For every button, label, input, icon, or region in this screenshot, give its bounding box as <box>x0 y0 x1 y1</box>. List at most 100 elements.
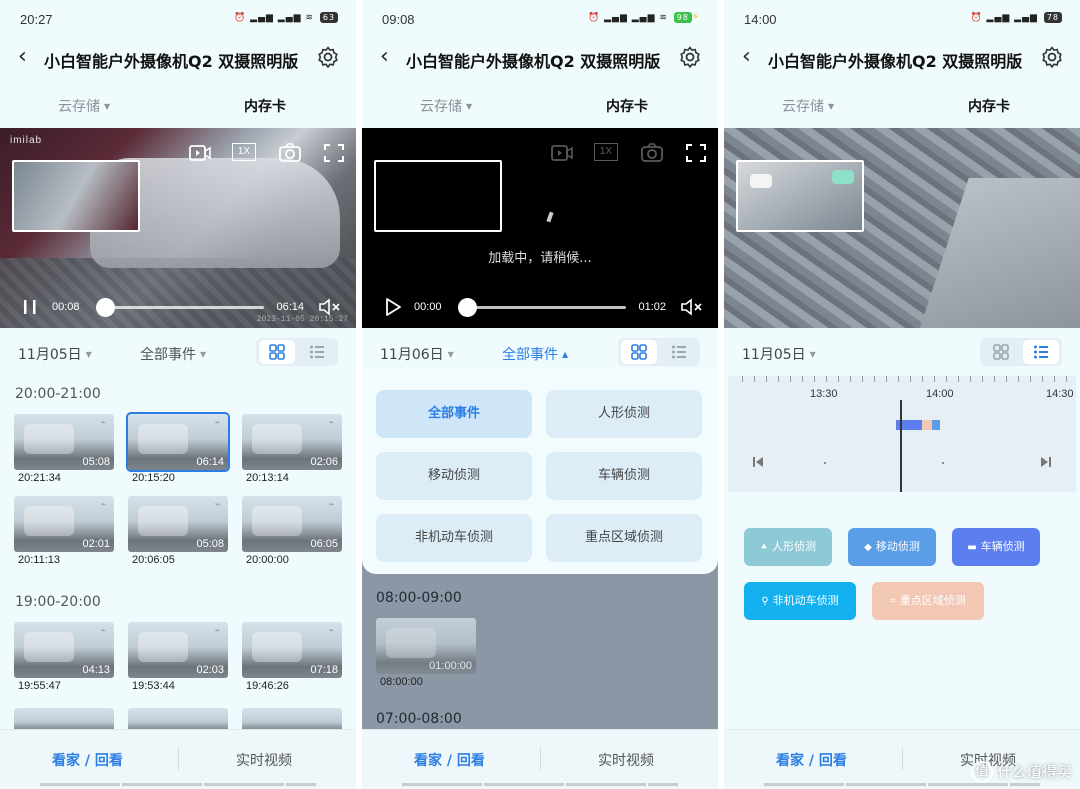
back-icon[interactable]: ‹ <box>742 44 751 70</box>
clip-thumbnail[interactable]: ⌁ 02:06 <box>242 414 342 470</box>
nav-home-playback[interactable]: 看家 / 回看 <box>776 750 847 770</box>
skip-previous-icon[interactable] <box>752 456 764 468</box>
bike-icon: ⚲ <box>761 596 769 607</box>
timeline-view-button[interactable] <box>661 340 697 364</box>
pip-secondary-view[interactable] <box>374 160 502 232</box>
clip-thumbnail[interactable]: 01:00:00 <box>376 618 476 674</box>
nav-home-playback[interactable]: 看家 / 回看 <box>52 750 123 770</box>
tab-memory-card[interactable]: 内存卡 <box>968 96 1010 116</box>
grid-view-button[interactable] <box>621 340 657 364</box>
caret-down-icon: ▼ <box>85 350 92 359</box>
event-option[interactable]: 移动侦测 <box>376 452 532 500</box>
clip-type-icon: ⌁ <box>100 500 106 510</box>
timeline-dot <box>942 462 944 464</box>
caret-down-icon: ▼ <box>466 102 473 111</box>
back-icon[interactable]: ‹ <box>18 44 27 70</box>
nav-live-video[interactable]: 实时视频 <box>236 750 292 770</box>
region-icon: ⌗ <box>890 596 896 607</box>
gear-icon[interactable] <box>678 45 702 69</box>
nav-divider <box>902 748 903 770</box>
grid-view-button[interactable] <box>983 340 1019 364</box>
tab-cloud-storage[interactable]: 云存储 ▼ <box>420 96 472 116</box>
event-option[interactable]: 重点区域侦测 <box>546 514 702 562</box>
tab-cloud-storage[interactable]: 云存储 ▼ <box>58 96 110 116</box>
event-segment[interactable] <box>922 420 932 430</box>
event-type-chip[interactable]: ◆ 移动侦测 <box>848 528 936 566</box>
fullscreen-icon[interactable] <box>322 142 346 164</box>
speed-button[interactable]: 1X <box>594 142 618 164</box>
event-type-label: 车辆侦测 <box>980 540 1025 553</box>
clip-start-time: 20:13:14 <box>246 472 289 484</box>
pip-car-green <box>832 170 854 184</box>
event-segment[interactable] <box>932 420 940 430</box>
clip-thumbnail[interactable]: ⌁ 05:08 <box>128 496 228 552</box>
speed-button[interactable]: 1X <box>232 142 256 164</box>
pip-secondary-view[interactable] <box>12 160 140 232</box>
loading-text: 加载中，请稍候... <box>488 251 592 266</box>
grid-view-button[interactable] <box>259 340 295 364</box>
pause-icon[interactable] <box>20 297 42 317</box>
event-type-chip[interactable]: ⌗ 重点区域侦测 <box>872 582 984 620</box>
gear-icon[interactable] <box>1040 45 1064 69</box>
mute-icon[interactable] <box>318 297 342 317</box>
tab-memory-card[interactable]: 内存卡 <box>244 96 286 116</box>
gesture-bar <box>40 783 120 786</box>
timeline-cursor[interactable] <box>900 400 902 492</box>
clip-thumbnail[interactable]: ⌁ 05:08 <box>14 414 114 470</box>
progress-track[interactable] <box>96 306 264 309</box>
date-selector[interactable]: 11月05日 ▼ <box>18 344 92 364</box>
live-video[interactable] <box>724 128 1080 328</box>
event-option[interactable]: 全部事件 <box>376 390 532 438</box>
motion-icon: ◆ <box>864 542 872 553</box>
timeline-view-button[interactable] <box>299 340 335 364</box>
mute-icon[interactable] <box>680 297 704 317</box>
clip-type-icon: ⌁ <box>214 500 220 510</box>
camera-icon[interactable] <box>278 142 302 164</box>
progress-knob[interactable] <box>458 298 477 317</box>
progress-track[interactable] <box>458 306 626 309</box>
date-selector[interactable]: 11月05日 ▼ <box>742 344 816 364</box>
date-selector[interactable]: 11月06日 ▼ <box>380 344 454 364</box>
clip-thumbnail[interactable]: ⌁ 02:03 <box>128 622 228 678</box>
clip-thumbnail[interactable]: ⌁ 04:13 <box>14 622 114 678</box>
tab-memory-card[interactable]: 内存卡 <box>606 96 648 116</box>
clip-duration: 02:03 <box>196 664 224 676</box>
camera-icon[interactable] <box>640 142 664 164</box>
clip-thumbnail[interactable]: ⌁ 07:18 <box>242 622 342 678</box>
clip-thumbnail[interactable]: ⌁ 06:14 <box>126 412 230 472</box>
video-player[interactable]: imilab 1X 00:08 06:14 2023-11-05 20:15:2… <box>0 128 356 328</box>
event-filter[interactable]: 全部事件 ▼ <box>140 344 206 364</box>
back-icon[interactable]: ‹ <box>380 44 389 70</box>
nav-divider <box>540 748 541 770</box>
video-player[interactable]: 1X 加载中，请稍候... 00:00 01:02 <box>362 128 718 328</box>
gear-icon[interactable] <box>316 45 340 69</box>
gesture-bar <box>484 783 564 786</box>
event-option[interactable]: 非机动车侦测 <box>376 514 532 562</box>
gesture-bar <box>648 783 678 786</box>
record-icon[interactable] <box>550 142 574 164</box>
clip-thumbnail[interactable]: ⌁ 06:05 <box>242 496 342 552</box>
timeline-view-button[interactable] <box>1023 340 1059 364</box>
event-type-chip[interactable]: ⯅ 人形侦测 <box>744 528 832 566</box>
skip-next-icon[interactable] <box>1040 456 1052 468</box>
event-option[interactable]: 车辆侦测 <box>546 452 702 500</box>
nav-live-video[interactable]: 实时视频 <box>598 750 654 770</box>
tab-cloud-storage[interactable]: 云存储 ▼ <box>782 96 834 116</box>
progress-knob[interactable] <box>96 298 115 317</box>
clip-start-time: 20:06:05 <box>132 554 175 566</box>
nav-home-playback[interactable]: 看家 / 回看 <box>414 750 485 770</box>
fullscreen-icon[interactable] <box>684 142 708 164</box>
record-icon[interactable] <box>188 142 212 164</box>
play-icon[interactable] <box>382 297 404 317</box>
tab-cloud-label: 云存储 <box>58 99 100 115</box>
pip-secondary-view[interactable] <box>736 160 864 232</box>
clip-type-icon: ⌁ <box>328 500 334 510</box>
page-title: 小白智能户外摄像机Q2 双摄照明版 <box>406 52 661 71</box>
clip-thumbnail[interactable]: ⌁ 02:01 <box>14 496 114 552</box>
event-type-chip[interactable]: ⚲ 非机动车侦测 <box>744 582 856 620</box>
event-filter[interactable]: 全部事件 ▲ <box>502 344 568 364</box>
clip-duration: 01:00:00 <box>429 660 472 672</box>
event-option[interactable]: 人形侦测 <box>546 390 702 438</box>
timeline[interactable]: 13:30 14:00 14:30 <box>728 376 1076 492</box>
event-type-chip[interactable]: ▬ 车辆侦测 <box>952 528 1040 566</box>
